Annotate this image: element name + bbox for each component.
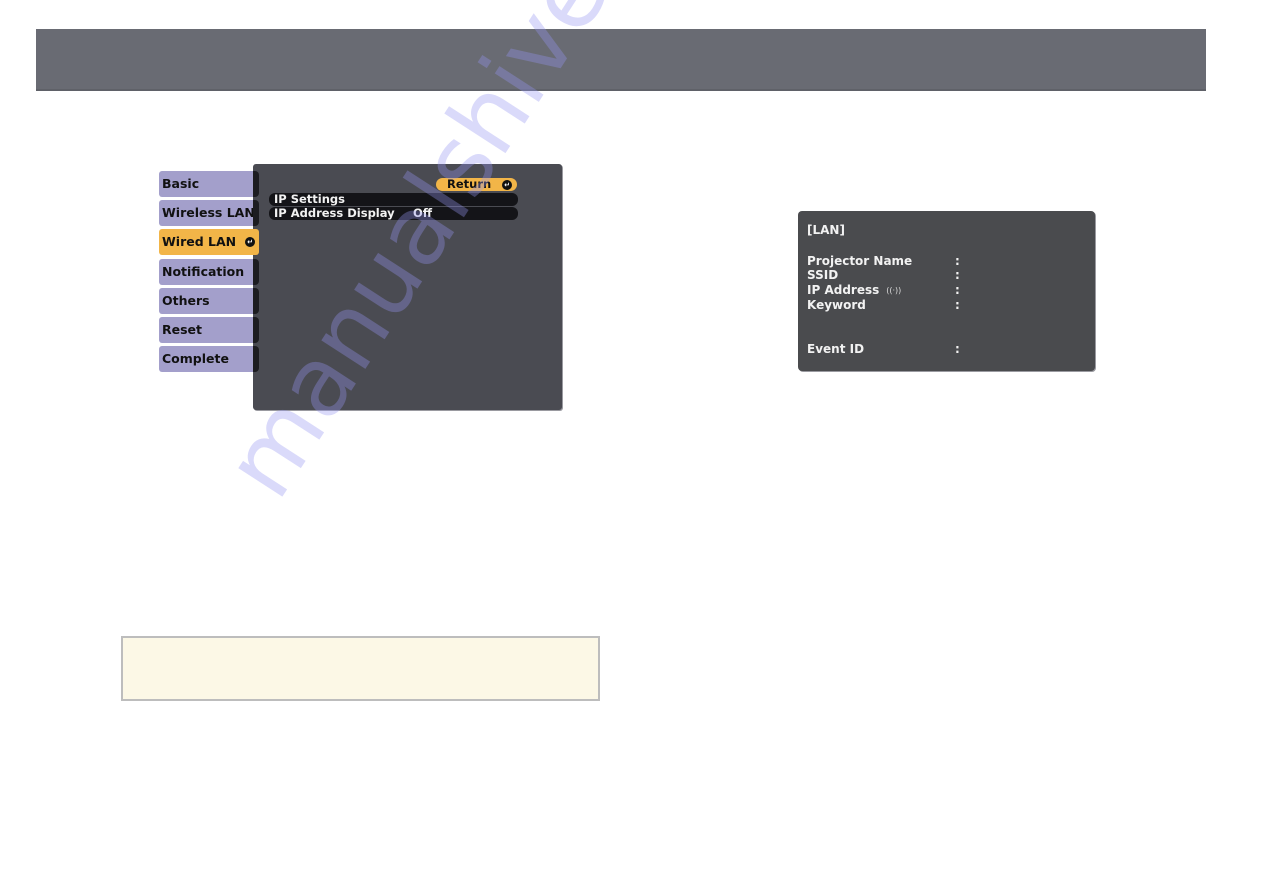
- field-ip-address: IP Address ((·)) :: [807, 283, 1007, 298]
- header-bar: [36, 29, 1206, 91]
- field-event-id: Event ID :: [807, 342, 1007, 357]
- tab-label: Wired LAN: [162, 234, 237, 250]
- field-colon: :: [955, 298, 960, 312]
- tab-label: Basic: [162, 176, 200, 191]
- tab-label: Reset: [162, 321, 202, 337]
- field-ssid: SSID :: [807, 268, 1007, 283]
- wireless-signal-icon: ((·)): [886, 286, 902, 295]
- field-colon: :: [955, 254, 960, 268]
- tab-reset[interactable]: Reset: [159, 316, 259, 343]
- return-label: Return: [447, 177, 492, 191]
- row-value: Off: [413, 206, 433, 220]
- field-projector-name: Projector Name :: [807, 254, 1007, 269]
- tab-wireless-lan[interactable]: Wireless LAN: [159, 200, 259, 227]
- field-label: Projector Name: [807, 254, 913, 268]
- enter-icon: ↵: [245, 237, 255, 248]
- tab-label: Complete: [162, 351, 229, 367]
- note-box: [121, 636, 600, 701]
- field-keyword: Keyword :: [807, 298, 1007, 313]
- row-label: IP Settings: [274, 192, 345, 206]
- field-colon: :: [955, 342, 960, 356]
- tab-notification[interactable]: Notification: [159, 258, 259, 285]
- row-label: IP Address Display: [274, 206, 395, 220]
- enter-icon: ↵: [502, 179, 512, 190]
- tab-complete[interactable]: Complete: [159, 346, 259, 373]
- field-label: SSID: [807, 268, 839, 282]
- field-label: IP Address: [807, 283, 880, 297]
- tab-label: Others: [162, 292, 210, 308]
- return-button[interactable]: Return ↵: [436, 178, 517, 191]
- menu-tab-list: Basic Wireless LAN Wired LAN ↵ Notificati…: [159, 171, 263, 375]
- menu-row-ip-address-display[interactable]: IP Address Display Off: [269, 207, 518, 220]
- tab-label: Wireless LAN: [162, 205, 255, 221]
- field-label: Keyword: [807, 298, 866, 312]
- lan-info-panel: [LAN] Projector Name : SSID : IP Address…: [798, 211, 1095, 371]
- field-colon: :: [955, 268, 960, 282]
- tab-label: Notification: [162, 263, 245, 279]
- field-colon: :: [955, 283, 960, 297]
- lan-title: [LAN]: [807, 223, 845, 237]
- tab-others[interactable]: Others: [159, 287, 259, 314]
- field-label: Event ID: [807, 342, 865, 356]
- tab-basic[interactable]: Basic: [159, 171, 259, 197]
- tab-wired-lan[interactable]: Wired LAN ↵: [159, 229, 259, 256]
- menu-row-ip-settings[interactable]: IP Settings: [269, 193, 518, 206]
